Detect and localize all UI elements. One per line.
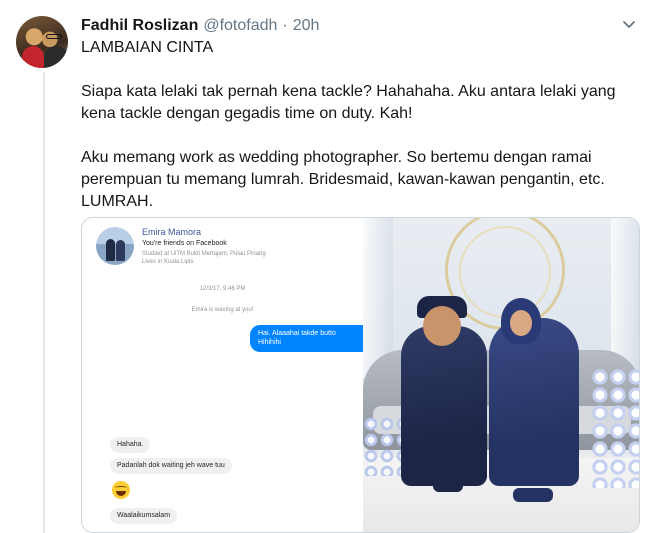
messenger-screenshot[interactable]: Emira Mamora You're friends on Facebook …: [82, 218, 363, 532]
tweet-text-line: LAMBAIAN CINTA: [81, 39, 214, 56]
flower-decor: [591, 368, 639, 488]
separator-dot: ·: [282, 17, 288, 34]
tweet-text-line: Aku memang work as wedding photographer.…: [81, 149, 592, 166]
wave-note: Emira is waving at you!: [191, 307, 254, 313]
tweet-text-line: LUMRAH.: [81, 193, 154, 210]
outgoing-line: Hai. Alaaahai takde butto: [258, 330, 336, 337]
thread-line: [43, 72, 45, 533]
author-handle[interactable]: @fotofadh: [203, 17, 277, 35]
tweet-header: Fadhil Roslizan @fotofadh · 20h: [81, 17, 319, 37]
contact-lives: Lives in Kuala Lipis: [142, 259, 194, 265]
groom-shoes: [433, 480, 463, 492]
laughing-emoji-icon: [112, 481, 130, 499]
bride-shoes: [513, 488, 553, 502]
author-name[interactable]: Fadhil Roslizan: [81, 17, 198, 35]
incoming-message: Waalaikumsalam: [110, 508, 178, 524]
chat-timestamp: 12/3/17, 9:46 PM: [199, 286, 246, 292]
wedding-couple-photo[interactable]: [363, 218, 639, 532]
groom-figure: [401, 326, 487, 486]
tweet-text-line: perempuan tu memang lumrah. Bridesmaid, …: [81, 171, 605, 188]
author-avatar[interactable]: [16, 16, 68, 68]
bride-figure: [489, 318, 579, 486]
outgoing-message: Hai. Alaaahai takde butto Hihihihi: [250, 325, 363, 352]
arch-decor: [459, 226, 551, 318]
bride-face: [510, 310, 532, 336]
friends-note: You're friends on Facebook: [142, 240, 227, 247]
contact-avatar: [96, 227, 134, 265]
incoming-message: Padanlah dok waiting jeh wave tuu: [110, 458, 232, 474]
tweet-timestamp[interactable]: 20h: [293, 17, 320, 35]
groom-face: [423, 306, 461, 346]
chevron-down-icon[interactable]: [622, 20, 636, 30]
outgoing-line: Hihihihi: [258, 339, 281, 346]
contact-name: Emira Mamora: [142, 227, 202, 237]
incoming-message: Hahaha.: [110, 437, 151, 453]
tweet[interactable]: Fadhil Roslizan @fotofadh · 20h LAMBAIAN…: [0, 0, 659, 533]
tweet-text-line: Siapa kata lelaki tak pernah kena tackle…: [81, 83, 616, 100]
tweet-text-line: kena tackle dengan gegadis time on duty.…: [81, 105, 413, 122]
tweet-media[interactable]: Emira Mamora You're friends on Facebook …: [81, 217, 640, 533]
contact-studied: Studied at UiTM Bukit Mertajam, Pulau Pi…: [142, 251, 266, 257]
